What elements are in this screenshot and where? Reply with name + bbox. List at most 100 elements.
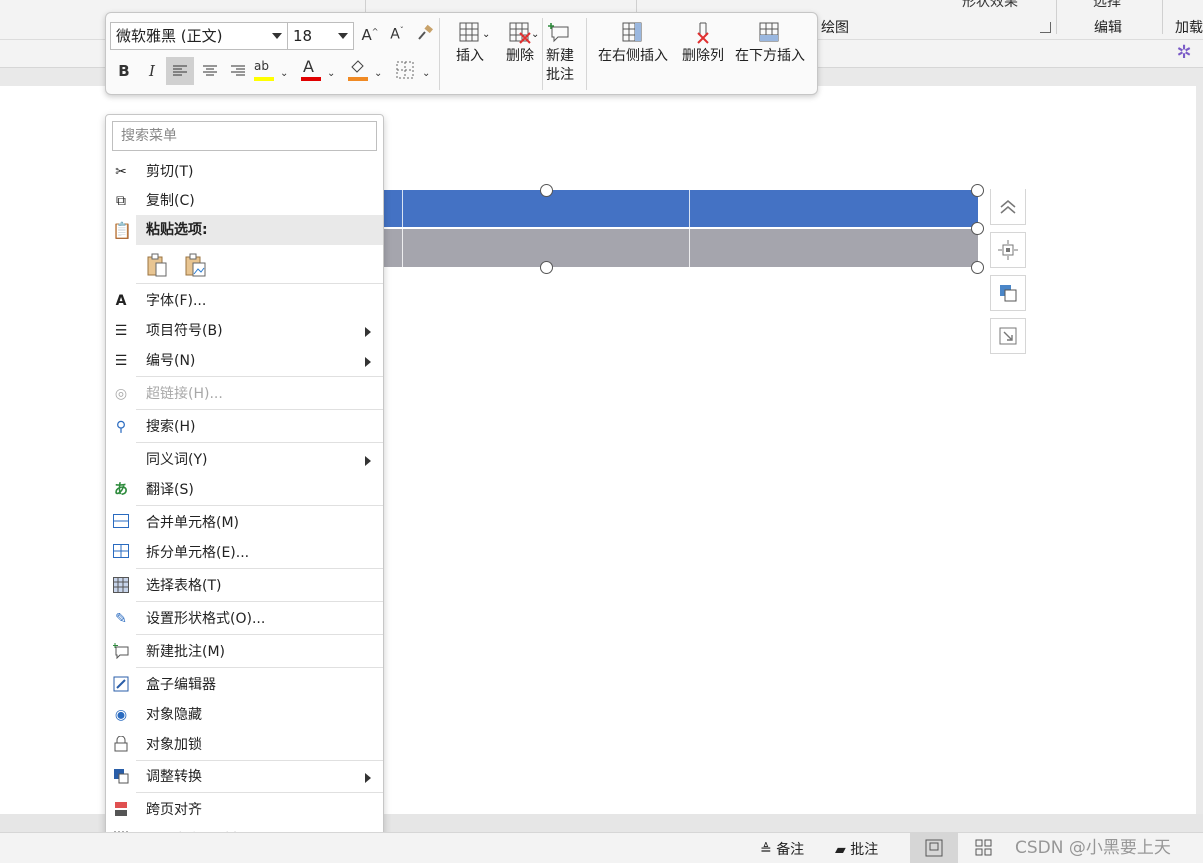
select-label[interactable]: 选择 <box>1093 0 1121 11</box>
menu-search-input[interactable]: 搜索菜单 <box>112 121 377 151</box>
font-name-dropdown[interactable]: 微软雅黑 (正文) <box>110 22 288 50</box>
notes-button[interactable]: ≜ 备注 <box>760 839 804 859</box>
menu-item-translate[interactable]: あ 翻译(S) <box>106 475 383 505</box>
resize-handle[interactable] <box>971 184 984 197</box>
font-size-dropdown[interactable]: 18 <box>287 22 354 50</box>
table-column-divider <box>689 190 690 267</box>
delete-column-button[interactable]: 删除列 <box>676 21 730 66</box>
menu-item-label: 复制(C) <box>146 193 195 209</box>
menu-item-adjust-convert[interactable]: 调整转换 <box>106 762 383 792</box>
shrink-font-button[interactable]: Aˇ <box>388 26 406 43</box>
dialog-launcher-icon[interactable] <box>1040 22 1051 33</box>
new-comment-icon <box>112 643 130 661</box>
font-icon: A <box>115 293 127 309</box>
translate-icon: あ <box>114 482 128 498</box>
menu-item-box-editor[interactable]: 盒子编辑器 <box>106 670 383 700</box>
menu-separator <box>136 601 383 602</box>
paste-keep-formatting-button[interactable] <box>146 253 168 277</box>
menu-item-label: 选择表格(T) <box>146 578 222 594</box>
split-cells-icon <box>112 544 130 562</box>
menu-item-search[interactable]: ⚲ 搜索(H) <box>106 412 383 442</box>
insert-below-button[interactable]: 在下方插入 <box>730 21 810 66</box>
grow-font-icon: A <box>361 26 372 44</box>
chevron-down-icon[interactable]: ⌄ <box>482 29 490 40</box>
align-pages-icon <box>112 801 130 819</box>
align-right-button[interactable] <box>226 57 250 85</box>
resize-handle[interactable] <box>971 261 984 274</box>
table-shape[interactable] <box>383 190 978 267</box>
table-row[interactable] <box>383 229 978 267</box>
italic-button[interactable]: I <box>142 62 162 80</box>
menu-item-synonyms[interactable]: 同义词(Y) <box>106 445 383 475</box>
resize-icon <box>999 327 1017 345</box>
menu-item-cross-page-align[interactable]: 跨页对齐 <box>106 795 383 825</box>
shape-effects-label[interactable]: 形状效果 <box>962 0 1018 11</box>
menu-item-label: 跨页对齐 <box>146 802 202 818</box>
insert-button[interactable]: 插入 <box>446 21 494 66</box>
menu-item-label: 剪切(T) <box>146 164 194 180</box>
highlight-button[interactable]: ab ⌄ <box>252 59 288 85</box>
menu-item-label: 字体(F)... <box>146 293 207 309</box>
paste-options-header: 粘贴选项: <box>136 215 383 245</box>
fill-color-button[interactable]: ⌄ <box>346 59 382 85</box>
resize-handle[interactable] <box>540 184 553 197</box>
menu-item-numbering[interactable]: ☰ 编号(N) <box>106 346 383 376</box>
insert-right-button[interactable]: 在右侧插入 <box>593 21 673 66</box>
resize-button[interactable] <box>990 318 1026 354</box>
menu-item-hide-object[interactable]: ◉ 对象隐藏 <box>106 700 383 730</box>
menu-separator <box>136 760 383 761</box>
layout-options-button[interactable] <box>990 232 1026 268</box>
bold-button[interactable]: B <box>114 62 134 80</box>
borders-button[interactable]: ⌄ <box>394 59 430 85</box>
double-chevron-up-icon <box>1000 199 1016 214</box>
slide-sorter-button[interactable] <box>975 839 993 861</box>
format-painter-button[interactable] <box>414 24 436 46</box>
chevron-down-icon[interactable]: ⌄ <box>531 29 539 40</box>
table-column-divider <box>402 190 403 267</box>
clipboard-icon: 📋 <box>112 221 132 240</box>
menu-item-lock-object[interactable]: 对象加锁 <box>106 730 383 760</box>
merge-cells-icon <box>112 514 130 532</box>
chevron-down-icon: ⌄ <box>280 68 289 79</box>
menu-item-format-shape[interactable]: ✎ 设置形状格式(O)... <box>106 604 383 634</box>
resize-handle[interactable] <box>971 222 984 235</box>
normal-view-button[interactable] <box>910 833 958 863</box>
grow-font-button[interactable]: A^ <box>361 26 379 44</box>
align-center-button[interactable] <box>198 57 222 85</box>
collapse-up-button[interactable] <box>990 189 1026 225</box>
paste-as-picture-button[interactable] <box>184 253 206 277</box>
notes-icon: ≜ <box>760 842 772 858</box>
menu-item-label: 设置形状格式(O)... <box>146 611 266 627</box>
menu-item-copy[interactable]: ⧉ 复制(C) <box>106 186 383 216</box>
menu-item-bullets[interactable]: ☰ 项目符号(B) <box>106 316 383 346</box>
menu-item-cut[interactable]: ✂ 剪切(T) <box>106 157 383 187</box>
comments-button[interactable]: ▰ 批注 <box>835 839 878 859</box>
menu-item-label: 粘贴选项: <box>146 222 208 238</box>
search-icon: ⚲ <box>115 419 127 435</box>
arrange-button[interactable] <box>990 275 1026 311</box>
resize-handle[interactable] <box>540 261 553 274</box>
font-size-value: 18 <box>293 27 313 45</box>
menu-item-label: 项目符号(B) <box>146 323 223 339</box>
magic-star-icon[interactable]: ✲ <box>1173 42 1195 64</box>
menu-item-split-cells[interactable]: 拆分单元格(E)... <box>106 538 383 568</box>
highlight-color-swatch <box>254 77 274 81</box>
menu-item-merge-cells[interactable]: 合并单元格(M) <box>106 508 383 538</box>
delete-button[interactable]: 删除 <box>496 21 544 66</box>
menu-separator <box>136 568 383 569</box>
numbering-icon: ☰ <box>114 353 128 369</box>
font-color-button[interactable]: A ⌄ <box>299 57 335 85</box>
new-comment-button[interactable]: 新建 批注 <box>542 21 578 85</box>
menu-item-select-table[interactable]: 选择表格(T) <box>106 571 383 601</box>
menu-item-new-comment[interactable]: 新建批注(M) <box>106 637 383 667</box>
mini-toolbar: 微软雅黑 (正文) 18 A^ Aˇ B I ab ⌄ A ⌄ ⌄ ⌄ 插入 ⌄… <box>105 12 818 95</box>
menu-separator <box>136 442 383 443</box>
toolbar-divider <box>586 18 587 90</box>
normal-view-icon <box>925 839 943 857</box>
menu-item-font[interactable]: A 字体(F)... <box>106 286 383 316</box>
chevron-down-icon <box>272 33 282 39</box>
menu-item-label: 新建批注(M) <box>146 644 226 660</box>
align-left-button[interactable] <box>166 57 194 85</box>
table-header-row[interactable] <box>383 190 978 227</box>
new-comment-label-1: 新建 <box>546 48 574 64</box>
